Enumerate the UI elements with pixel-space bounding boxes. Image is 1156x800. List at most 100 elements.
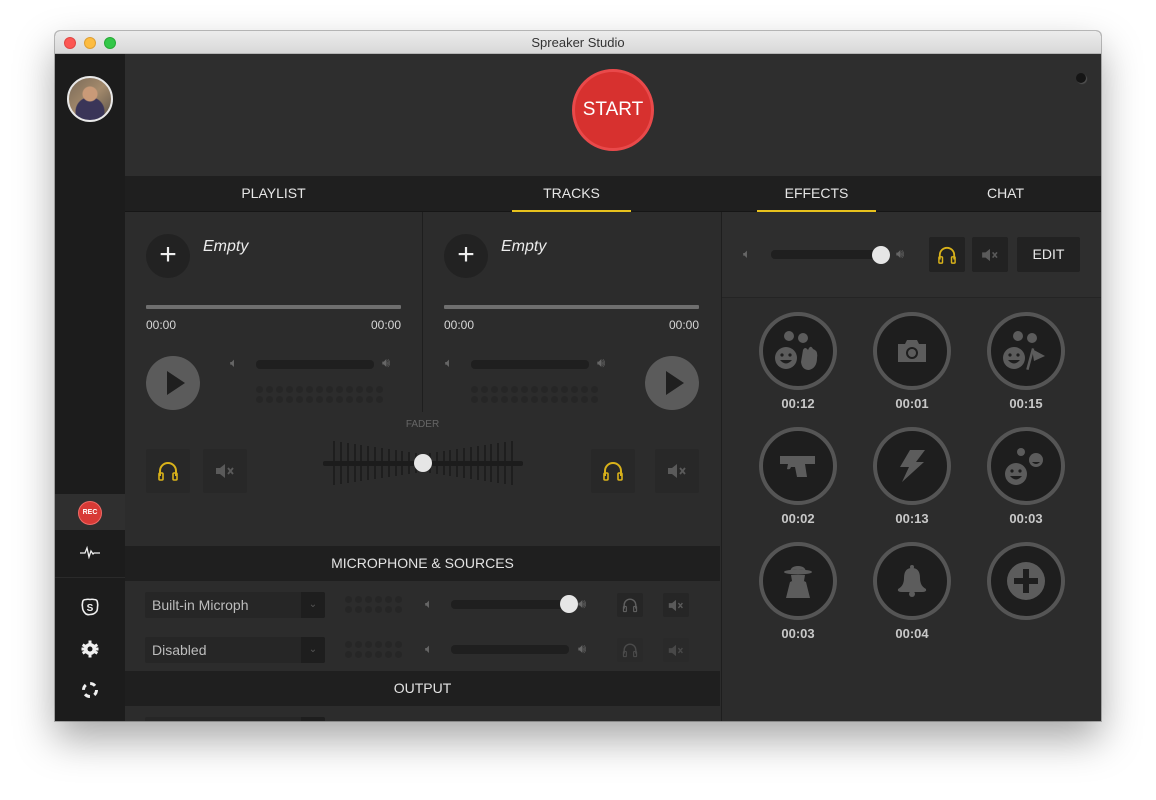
headphones-icon xyxy=(603,462,623,481)
meter-dot xyxy=(385,641,392,648)
effects-mute-button[interactable] xyxy=(972,237,1008,272)
sidebar-item-settings[interactable] xyxy=(55,634,125,664)
app-window: Spreaker Studio REC S START PLAYLIST TRA… xyxy=(55,31,1101,721)
meter-dot xyxy=(365,641,372,648)
effect-cheer[interactable]: 00:15 xyxy=(986,312,1066,411)
cheer-icon xyxy=(1003,331,1045,371)
meter-dot xyxy=(365,606,372,613)
deck-a-mute-button[interactable] xyxy=(203,449,247,493)
tab-tracks[interactable]: TRACKS xyxy=(512,176,631,212)
meter-dot xyxy=(581,386,588,393)
meter-dot xyxy=(531,396,538,403)
deck-b-mute-button[interactable] xyxy=(655,449,699,493)
deck-b-play-button[interactable] xyxy=(645,356,699,410)
source-1-volume-slider[interactable] xyxy=(451,600,569,609)
headphones-icon xyxy=(938,246,956,264)
source-2-volume-slider[interactable] xyxy=(451,645,569,654)
meter-dot xyxy=(366,386,373,393)
mute-icon xyxy=(668,599,683,611)
deck-a-progress-bar[interactable] xyxy=(146,305,401,309)
effect-applause[interactable]: 00:12 xyxy=(758,312,838,411)
spy-icon xyxy=(784,566,812,598)
meter-dot xyxy=(276,396,283,403)
effects-headphone-button[interactable] xyxy=(929,237,965,272)
source-1-select[interactable]: Built-in Microph ⌄ xyxy=(145,592,325,618)
tab-chat[interactable]: CHAT xyxy=(946,176,1065,212)
avatar[interactable] xyxy=(67,76,113,122)
tab-effects[interactable]: EFFECTS xyxy=(757,176,876,212)
meter-dot xyxy=(355,651,362,658)
source-1-volume-knob[interactable] xyxy=(560,595,578,613)
effects-volume-knob[interactable] xyxy=(872,246,890,264)
sidebar-item-activity[interactable] xyxy=(55,537,125,567)
tabs-right: EFFECTS CHAT xyxy=(721,176,1101,212)
title-bar: Spreaker Studio xyxy=(55,31,1101,54)
meter-dot xyxy=(521,386,528,393)
source-2-level-meter xyxy=(345,641,405,661)
source-2-mute-button[interactable] xyxy=(663,638,689,662)
source-2-headphone-button[interactable] xyxy=(617,638,643,662)
fader-knob[interactable] xyxy=(414,454,432,472)
meter-dot xyxy=(376,396,383,403)
pulse-icon xyxy=(80,545,100,559)
deck-a-headphone-button[interactable] xyxy=(146,449,190,493)
output-select[interactable]: Built-in Output ⌄ xyxy=(145,717,325,721)
meter-dot xyxy=(481,396,488,403)
meter-dot xyxy=(385,606,392,613)
effect-spy[interactable]: 00:03 xyxy=(758,542,838,641)
meter-dot xyxy=(345,641,352,648)
source-1-mute-button[interactable] xyxy=(663,593,689,617)
source-2-select[interactable]: Disabled ⌄ xyxy=(145,637,325,663)
deck-b-progress-bar[interactable] xyxy=(444,305,699,309)
meter-dot xyxy=(365,596,372,603)
sidebar: REC S xyxy=(55,54,125,721)
meter-dot xyxy=(336,386,343,393)
deck-a-add-track-button[interactable]: + xyxy=(146,234,190,278)
effects-volume-slider[interactable] xyxy=(771,250,881,259)
add-effect-button[interactable] xyxy=(986,542,1066,626)
laugh-icon xyxy=(1005,448,1043,485)
meter-dot xyxy=(345,651,352,658)
meter-dot xyxy=(296,386,303,393)
meter-dot xyxy=(326,396,333,403)
deck-b-headphone-button[interactable] xyxy=(591,449,635,493)
start-broadcast-button[interactable]: START xyxy=(572,69,654,151)
meter-dot xyxy=(591,386,598,393)
speaker-loud-icon: 🔊︎ xyxy=(597,355,606,370)
tab-playlist[interactable]: PLAYLIST xyxy=(125,176,422,212)
crossfader[interactable] xyxy=(323,440,523,486)
effect-gun[interactable]: 00:02 xyxy=(758,427,838,526)
meter-dot xyxy=(355,606,362,613)
meter-dot xyxy=(541,396,548,403)
meter-dot xyxy=(501,386,508,393)
meter-dot xyxy=(471,396,478,403)
meter-dot xyxy=(395,641,402,648)
effects-toolbar: 🔈︎ 🔊︎ EDIT xyxy=(722,212,1101,298)
effect-laugh[interactable]: 00:03 xyxy=(986,427,1066,526)
meter-dot xyxy=(551,396,558,403)
meter-dot xyxy=(491,396,498,403)
meter-dot xyxy=(521,396,528,403)
deck-b-remaining: 00:00 xyxy=(669,318,700,332)
meter-dot xyxy=(541,386,548,393)
output-header: OUTPUT xyxy=(125,671,720,706)
meter-dot xyxy=(375,641,382,648)
deck-b-add-track-button[interactable]: + xyxy=(444,234,488,278)
effect-camera[interactable]: 00:01 xyxy=(872,312,952,411)
source-1-headphone-button[interactable] xyxy=(617,593,643,617)
chevron-down-icon: ⌄ xyxy=(301,717,325,721)
meter-dot xyxy=(276,386,283,393)
effect-bell[interactable]: 00:04 xyxy=(872,542,952,641)
edit-effects-button[interactable]: EDIT xyxy=(1017,237,1080,272)
deck-b-volume-slider[interactable] xyxy=(471,360,589,369)
speaker-loud-icon: 🔊︎ xyxy=(382,355,391,370)
sidebar-item-help[interactable] xyxy=(55,675,125,705)
meter-dot xyxy=(385,651,392,658)
effect-lightning[interactable]: 00:13 xyxy=(872,427,952,526)
sidebar-item-record[interactable]: REC xyxy=(55,494,125,530)
sidebar-item-skype[interactable]: S xyxy=(55,592,125,622)
deck-a-play-button[interactable] xyxy=(146,356,200,410)
deck-a-volume-slider[interactable] xyxy=(256,360,374,369)
meter-dot xyxy=(346,386,353,393)
mute-speaker-icon: 🔈︎ xyxy=(425,596,433,611)
